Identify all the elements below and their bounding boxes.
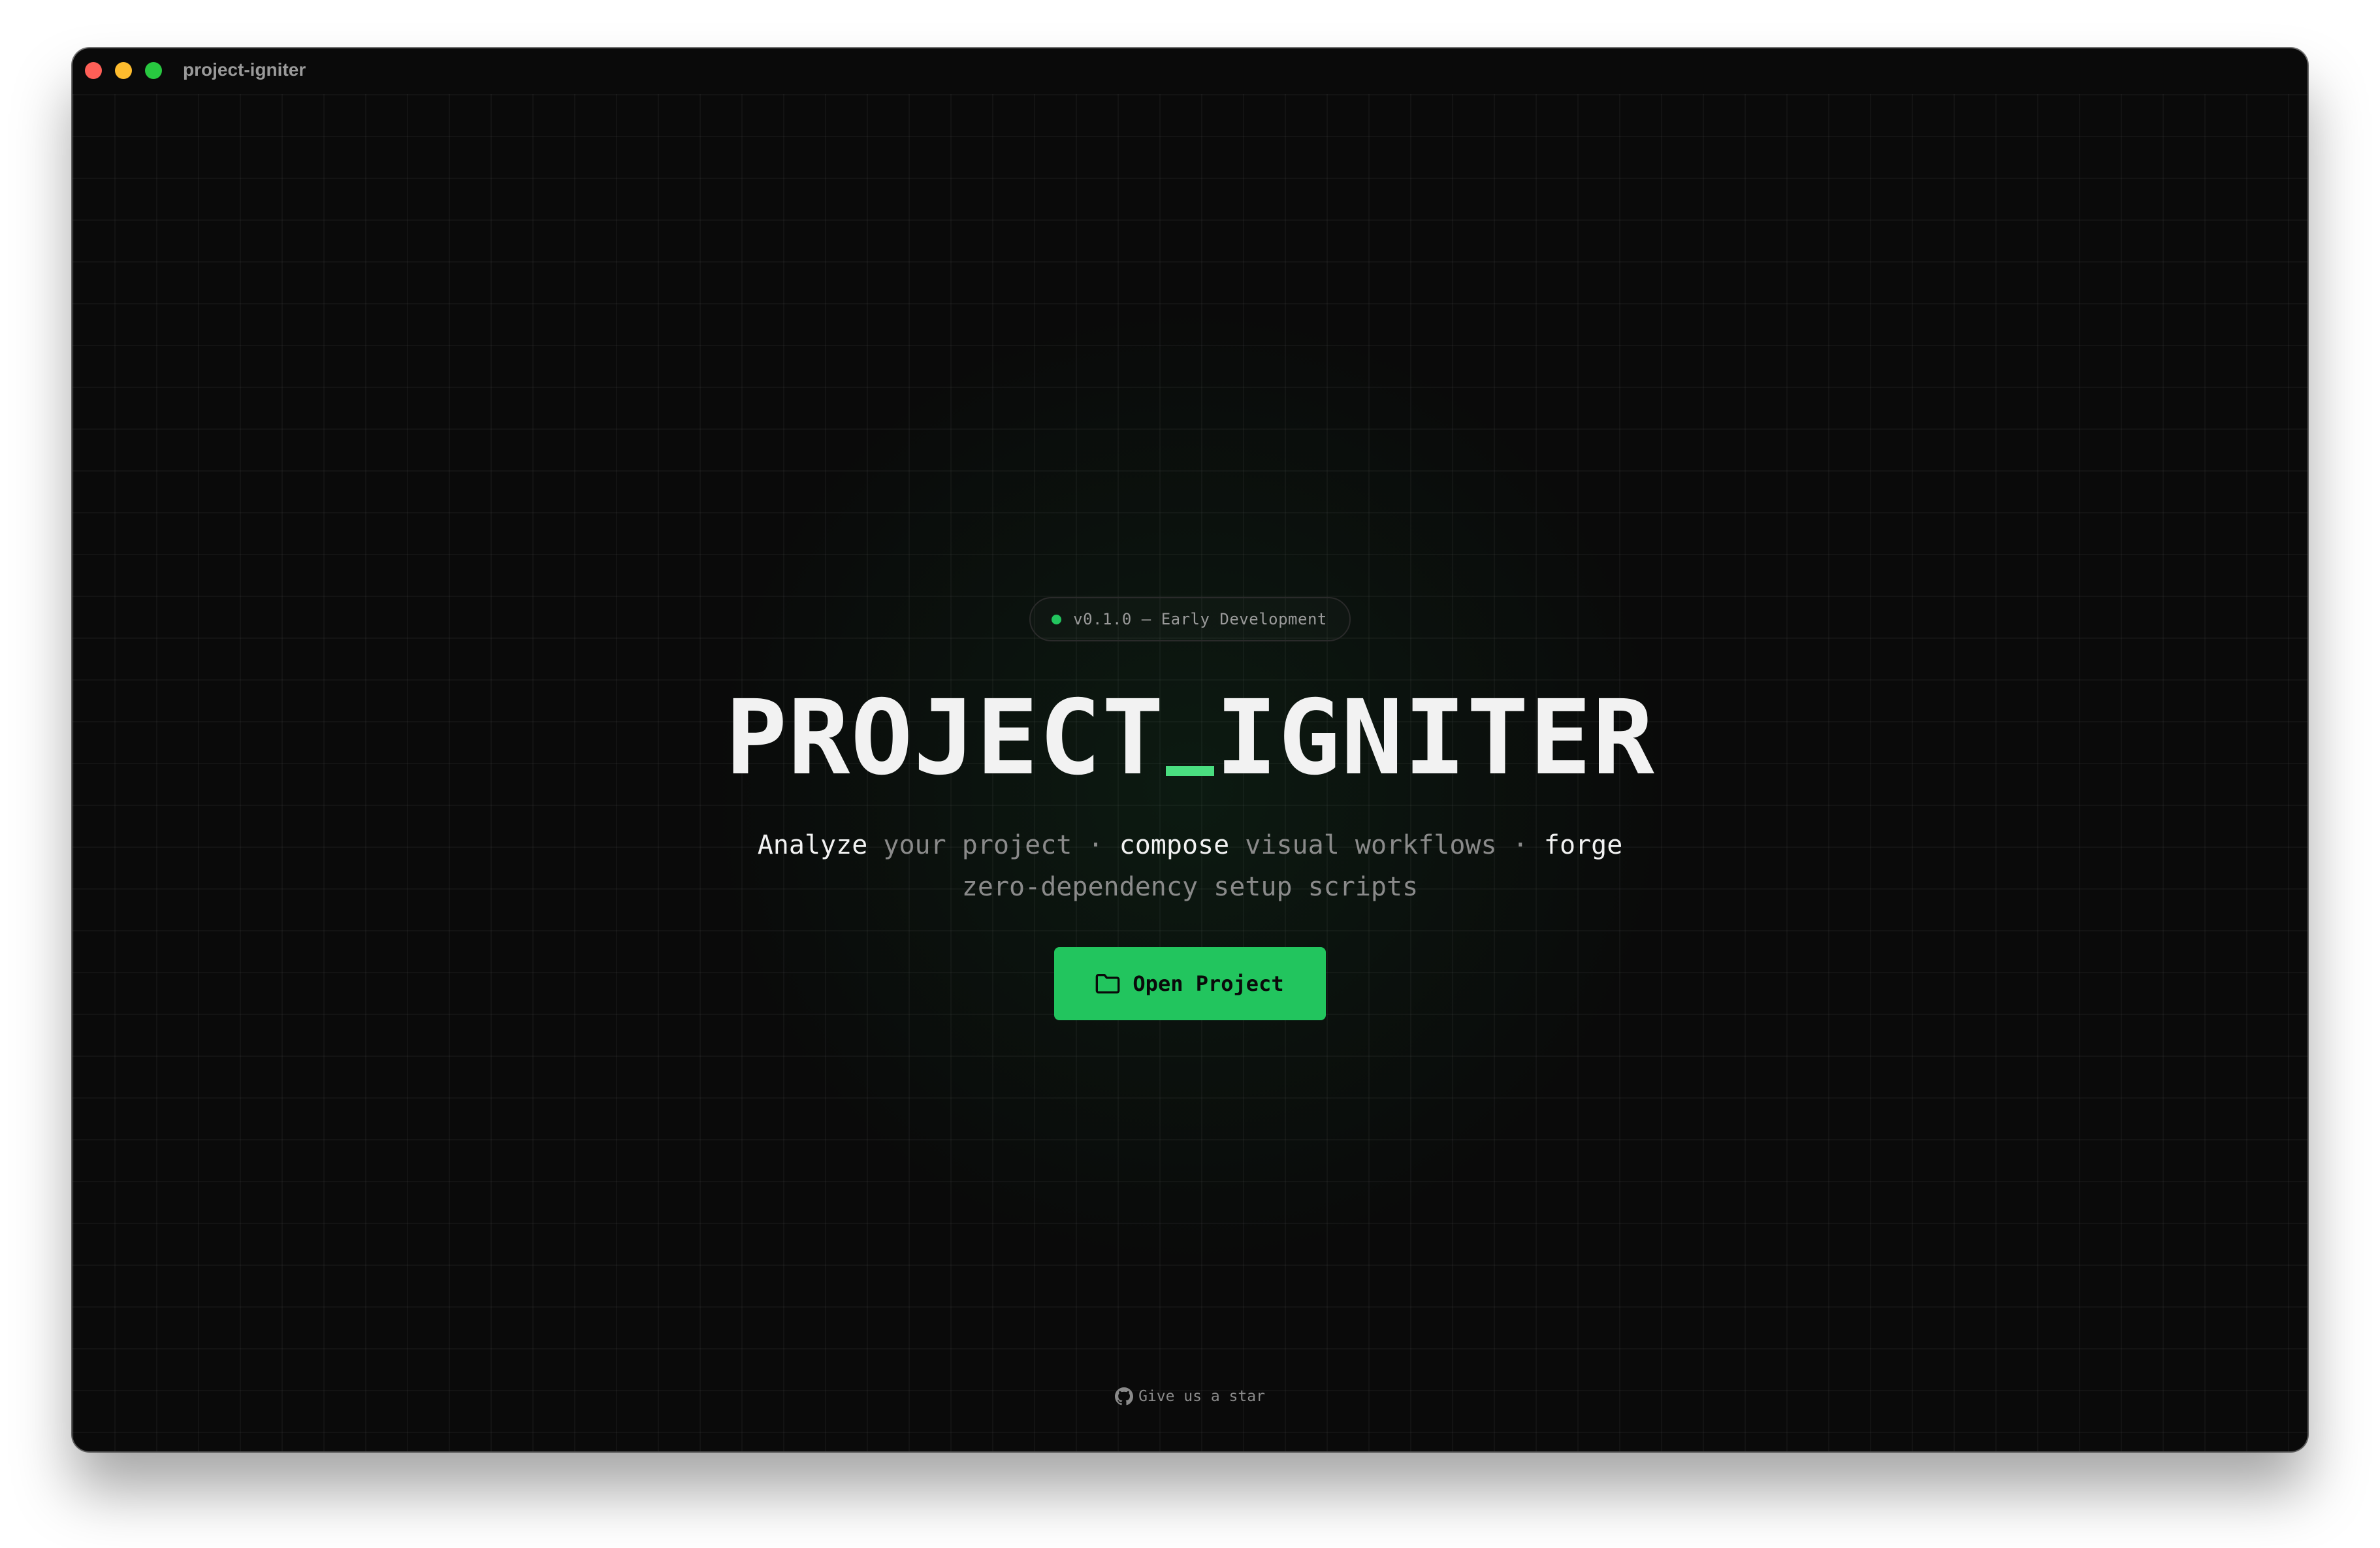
tagline: Analyze your project · compose visual wo…: [72, 824, 2308, 908]
version-badge-label: v0.1.0 — Early Development: [1073, 610, 1327, 628]
open-project-button[interactable]: Open Project: [1054, 947, 1326, 1020]
badge-row: v0.1.0 — Early Development: [72, 597, 2308, 641]
status-dot: [1052, 614, 1062, 624]
github-icon: [1115, 1387, 1134, 1406]
close-window-button[interactable]: [85, 62, 102, 79]
minimize-window-button[interactable]: [115, 62, 132, 79]
page-title: PROJECT IGNITER: [72, 679, 2308, 797]
page-title-part2: IGNITER: [1215, 678, 1655, 798]
title-cursor: [1166, 685, 1214, 776]
maximize-window-button[interactable]: [145, 62, 162, 79]
github-star-link[interactable]: Give us a star: [1115, 1387, 1265, 1406]
tagline-separator: ·: [1512, 830, 1528, 860]
title-bar: project-igniter: [72, 48, 2308, 94]
app-window: project-igniter v0.1.0 — Early Developme…: [72, 48, 2308, 1451]
tagline-visual-workflows: visual workflows: [1229, 830, 1513, 860]
tagline-analyze: Analyze: [757, 830, 868, 860]
github-star-label: Give us a star: [1138, 1388, 1265, 1405]
tagline-forge: forge: [1528, 830, 1623, 860]
tagline-compose: compose: [1103, 830, 1230, 860]
hero-section: v0.1.0 — Early Development PROJECT IGNITE…: [72, 597, 2308, 1020]
version-badge: v0.1.0 — Early Development: [1029, 597, 1351, 641]
footer: Give us a star: [72, 1387, 2308, 1410]
tagline-separator: ·: [1087, 830, 1104, 860]
open-project-label: Open Project: [1133, 971, 1284, 996]
tagline-line-2: zero-dependency setup scripts: [961, 872, 1419, 902]
tagline-your-project: your project: [867, 830, 1088, 860]
folder-icon: [1096, 973, 1120, 993]
title-cursor-bar: [1166, 766, 1214, 776]
tagline-line-1: Analyze your project · compose visual wo…: [72, 824, 2308, 866]
page-title-part1: PROJECT: [725, 678, 1165, 798]
window-title: project-igniter: [183, 59, 306, 80]
